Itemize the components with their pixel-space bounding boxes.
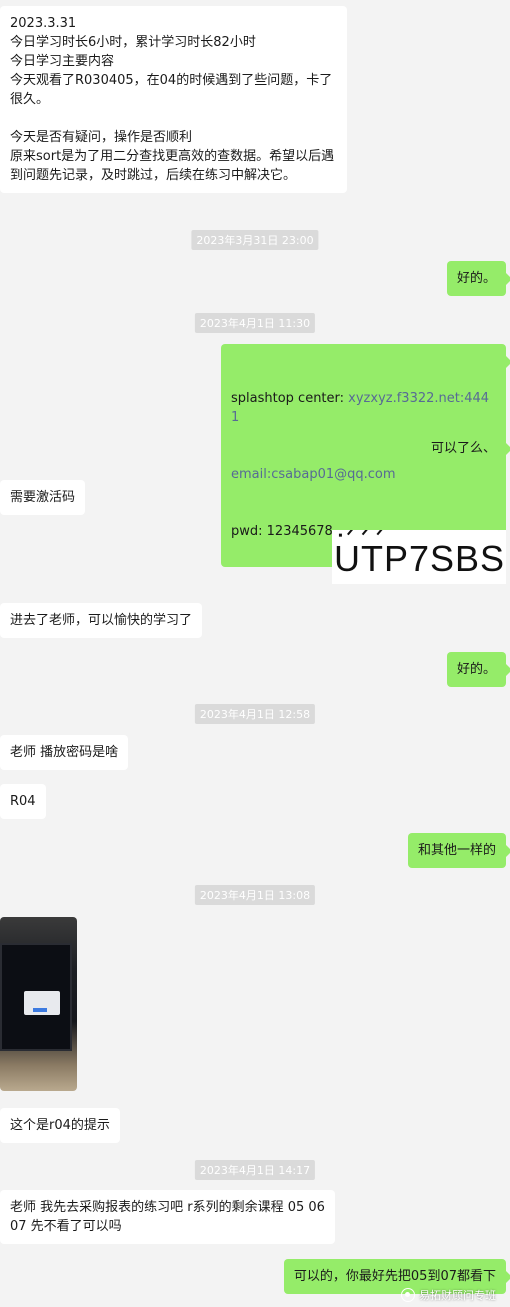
message-bubble-outgoing[interactable]: 可以了么、	[420, 431, 510, 466]
timestamp: 2023年4月1日 11:30	[194, 313, 316, 333]
message-email[interactable]: email:csabap01@qq.com	[231, 465, 496, 484]
timestamp: 2023年4月1日 13:08	[194, 885, 316, 905]
timestamp: 2023年4月1日 12:58	[194, 704, 316, 724]
message-bubble-outgoing[interactable]: 好的。	[446, 261, 510, 296]
message-bubble-outgoing[interactable]: 和其他一样的	[407, 833, 510, 868]
message-bubble-incoming[interactable]: 老师 播放密码是啥	[0, 735, 129, 770]
message-bubble-incoming[interactable]: 这个是r04的提示	[0, 1108, 120, 1143]
message-text: splashtop center:	[231, 391, 349, 406]
timestamp: 2023年4月1日 14:17	[194, 1160, 316, 1180]
message-bubble-incoming[interactable]: 进去了老师，可以愉快的学习了	[0, 603, 203, 638]
watermark: 易拓财顾问专班	[401, 1287, 496, 1303]
message-bubble-incoming[interactable]: R04	[0, 784, 46, 819]
message-line: splashtop center: xyzxyz.f3322.net:4441	[231, 389, 496, 427]
watermark-text: 易拓财顾问专班	[419, 1289, 496, 1302]
wechat-channel-icon	[401, 1288, 415, 1302]
timestamp: 2023年3月31日 23:00	[191, 230, 319, 250]
message-bubble-incoming[interactable]: 2023.3.31 今日学习时长6小时，累计学习时长82小时 今日学习主要内容 …	[0, 6, 347, 193]
photo-dialog-button	[33, 1008, 47, 1012]
message-bubble-incoming[interactable]: 需要激活码	[0, 480, 86, 515]
image-code-text: UTP7SBS	[334, 538, 506, 579]
image-message-photo[interactable]	[0, 917, 77, 1091]
message-bubble-outgoing[interactable]: 好的。	[446, 652, 510, 687]
message-bubble-incoming[interactable]: 老师 我先去采购报表的练习吧 r系列的剩余课程 05 06 07 先不看了可以吗	[0, 1190, 335, 1244]
image-message-activation-code[interactable]: ᐧᐟᐟᐟ UTP7SBS	[332, 530, 506, 584]
